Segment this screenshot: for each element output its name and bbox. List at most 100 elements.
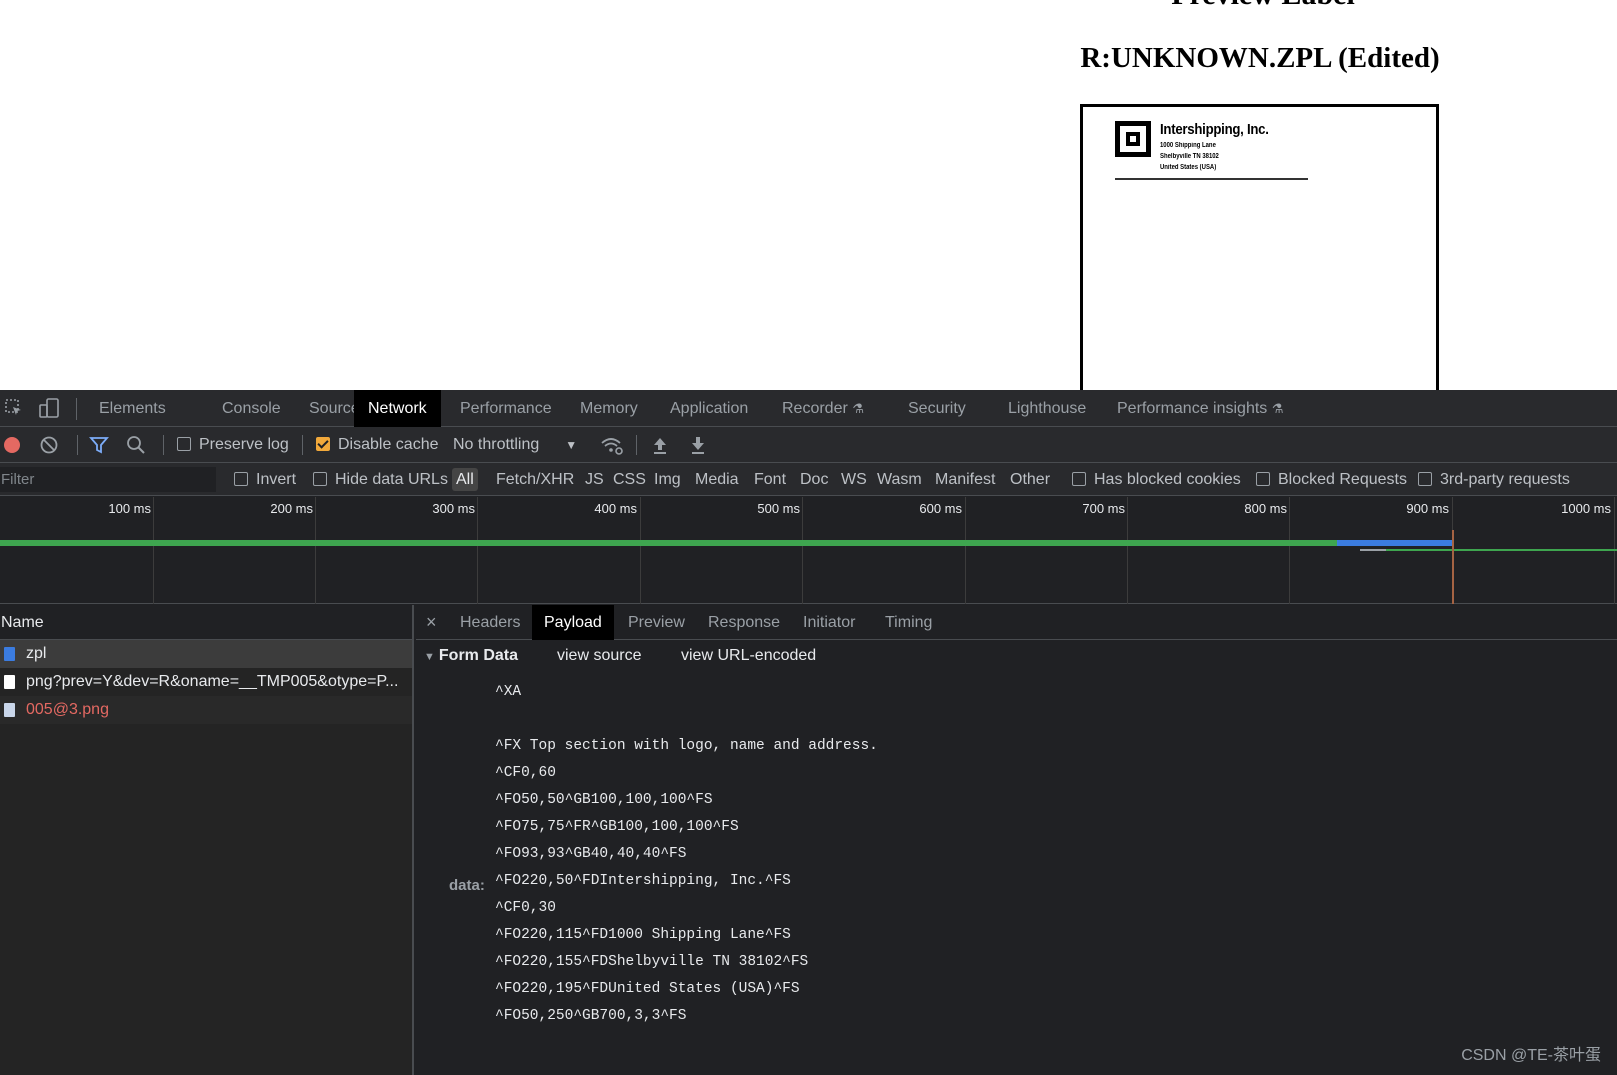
timeline-tick-label: 400 ms	[594, 501, 637, 516]
timeline-tick-label: 1000 ms	[1561, 501, 1611, 516]
request-list: Name zpl png?prev=Y&dev=R&oname=__TMP005…	[0, 605, 414, 1075]
has-blocked-cookies-checkbox[interactable]: Has blocked cookies	[1072, 463, 1241, 496]
tab-console[interactable]: Console	[208, 390, 295, 427]
view-source-link[interactable]: view source	[557, 647, 641, 665]
clear-button[interactable]	[40, 436, 58, 454]
tab-timing[interactable]: Timing	[873, 605, 944, 640]
type-filter-js[interactable]: JS	[581, 463, 608, 496]
filter-input[interactable]	[0, 467, 216, 492]
timeline-tick-label: 200 ms	[270, 501, 313, 516]
preserve-log-label: Preserve log	[199, 436, 289, 453]
type-filter-media[interactable]: Media	[691, 463, 743, 496]
request-row[interactable]: zpl	[0, 640, 412, 668]
preserve-log-checkbox[interactable]: Preserve log	[177, 427, 289, 463]
network-overview-timeline[interactable]: 100 ms 200 ms 300 ms 400 ms 500 ms 600 m…	[0, 497, 1617, 604]
invert-label: Invert	[256, 471, 297, 488]
detail-tab-bar: × Headers Payload Preview Response Initi…	[416, 605, 1617, 640]
form-data-section-toggle[interactable]: ▼ Form Data	[424, 647, 518, 665]
type-filter-font[interactable]: Font	[750, 463, 790, 496]
device-toolbar-icon[interactable]	[38, 397, 60, 424]
type-filter-manifest[interactable]: Manifest	[931, 463, 999, 496]
hide-data-urls-checkbox[interactable]: Hide data URLs	[313, 463, 448, 496]
checkbox-checked-icon	[316, 437, 330, 451]
waterfall-bar-download	[1337, 540, 1454, 546]
timeline-tick-label: 300 ms	[432, 501, 475, 516]
tab-lighthouse[interactable]: Lighthouse	[994, 390, 1100, 427]
timeline-tick-label: 500 ms	[757, 501, 800, 516]
blocked-requests-label: Blocked Requests	[1278, 471, 1407, 488]
disable-cache-checkbox[interactable]: Disable cache	[316, 427, 439, 463]
search-icon	[127, 436, 145, 454]
experiment-flask-icon: ⚗	[852, 401, 864, 416]
import-har-button[interactable]	[652, 435, 668, 455]
tab-recorder[interactable]: Recorder ⚗	[768, 390, 878, 427]
record-icon	[4, 437, 20, 453]
request-detail-panel: × Headers Payload Preview Response Initi…	[416, 605, 1617, 1075]
third-party-requests-label: 3rd-party requests	[1440, 471, 1570, 488]
third-party-requests-checkbox[interactable]: 3rd-party requests	[1418, 463, 1570, 496]
type-filter-ws[interactable]: WS	[837, 463, 871, 496]
type-filter-img[interactable]: Img	[650, 463, 685, 496]
checkbox-icon	[1072, 472, 1086, 486]
timeline-tick-label: 600 ms	[919, 501, 962, 516]
tab-payload[interactable]: Payload	[532, 605, 614, 640]
blocked-requests-checkbox[interactable]: Blocked Requests	[1256, 463, 1407, 496]
label-address-line: 1000 Shipping Lane	[1160, 142, 1216, 149]
waterfall-bar-small-green	[1386, 549, 1617, 551]
tab-preview[interactable]: Preview	[616, 605, 697, 640]
checkbox-icon	[234, 472, 248, 486]
tab-network[interactable]: Network	[354, 390, 441, 427]
throttling-select[interactable]: No throttling ▼	[453, 427, 577, 463]
request-name: png?prev=Y&dev=R&oname=__TMP005&otype=P.…	[26, 673, 399, 690]
watermark: CSDN @TE-茶叶蛋	[1461, 1047, 1601, 1064]
clear-icon	[40, 436, 58, 454]
tab-headers[interactable]: Headers	[448, 605, 532, 640]
wifi-settings-icon	[601, 438, 623, 455]
filter-bar: Invert Hide data URLs All Fetch/XHR JS C…	[0, 463, 1617, 496]
code-line: ^XA	[495, 684, 522, 700]
company-logo	[1115, 121, 1151, 157]
code-line: ^FO220,115^FD1000 Shipping Lane^FS	[495, 927, 791, 943]
tab-initiator[interactable]: Initiator	[791, 605, 867, 640]
record-button[interactable]	[4, 437, 20, 453]
inspect-element-icon[interactable]	[4, 398, 24, 423]
request-row[interactable]: png?prev=Y&dev=R&oname=__TMP005&otype=P.…	[0, 668, 412, 696]
file-icon	[4, 675, 15, 689]
type-filter-doc[interactable]: Doc	[796, 463, 832, 496]
network-conditions-button[interactable]	[600, 436, 624, 456]
filter-icon	[89, 437, 109, 454]
tab-application[interactable]: Application	[656, 390, 762, 427]
view-url-encoded-link[interactable]: view URL-encoded	[681, 647, 816, 665]
checkbox-icon	[313, 472, 327, 486]
experiment-flask-icon: ⚗	[1271, 401, 1284, 416]
waterfall-bar-waiting	[0, 540, 1337, 546]
tab-performance[interactable]: Performance	[446, 390, 566, 427]
hide-data-urls-label: Hide data URLs	[335, 471, 448, 488]
type-filter-fetch-xhr[interactable]: Fetch/XHR	[492, 463, 578, 496]
timeline-tick-label: 700 ms	[1082, 501, 1125, 516]
checkbox-icon	[1418, 472, 1432, 486]
timeline-tick-label: 800 ms	[1244, 501, 1287, 516]
name-column-header[interactable]: Name	[0, 605, 412, 640]
request-row[interactable]: 005@3.png	[0, 696, 412, 724]
type-filter-css[interactable]: CSS	[609, 463, 650, 496]
filter-toggle-button[interactable]	[89, 435, 109, 455]
invert-checkbox[interactable]: Invert	[234, 463, 296, 496]
code-line: ^FO220,195^FDUnited States (USA)^FS	[495, 981, 800, 997]
image-icon	[4, 703, 15, 717]
code-line: ^CF0,60	[495, 765, 556, 781]
code-line: ^FO75,75^FR^GB100,100,100^FS	[495, 819, 739, 835]
tab-elements[interactable]: Elements	[85, 390, 180, 427]
close-detail-icon[interactable]: ×	[426, 605, 437, 640]
type-filter-wasm[interactable]: Wasm	[873, 463, 926, 496]
tab-memory[interactable]: Memory	[566, 390, 652, 427]
type-filter-all[interactable]: All	[452, 468, 478, 491]
tab-security[interactable]: Security	[894, 390, 980, 427]
label-address-line: Shelbyville TN 38102	[1160, 153, 1219, 160]
tab-response[interactable]: Response	[696, 605, 792, 640]
tab-performance-insights[interactable]: Performance insights ⚗	[1103, 390, 1297, 427]
search-button[interactable]	[126, 435, 146, 455]
type-filter-other[interactable]: Other	[1006, 463, 1054, 496]
export-har-button[interactable]	[690, 435, 706, 455]
code-line: ^FO93,93^GB40,40,40^FS	[495, 846, 687, 862]
